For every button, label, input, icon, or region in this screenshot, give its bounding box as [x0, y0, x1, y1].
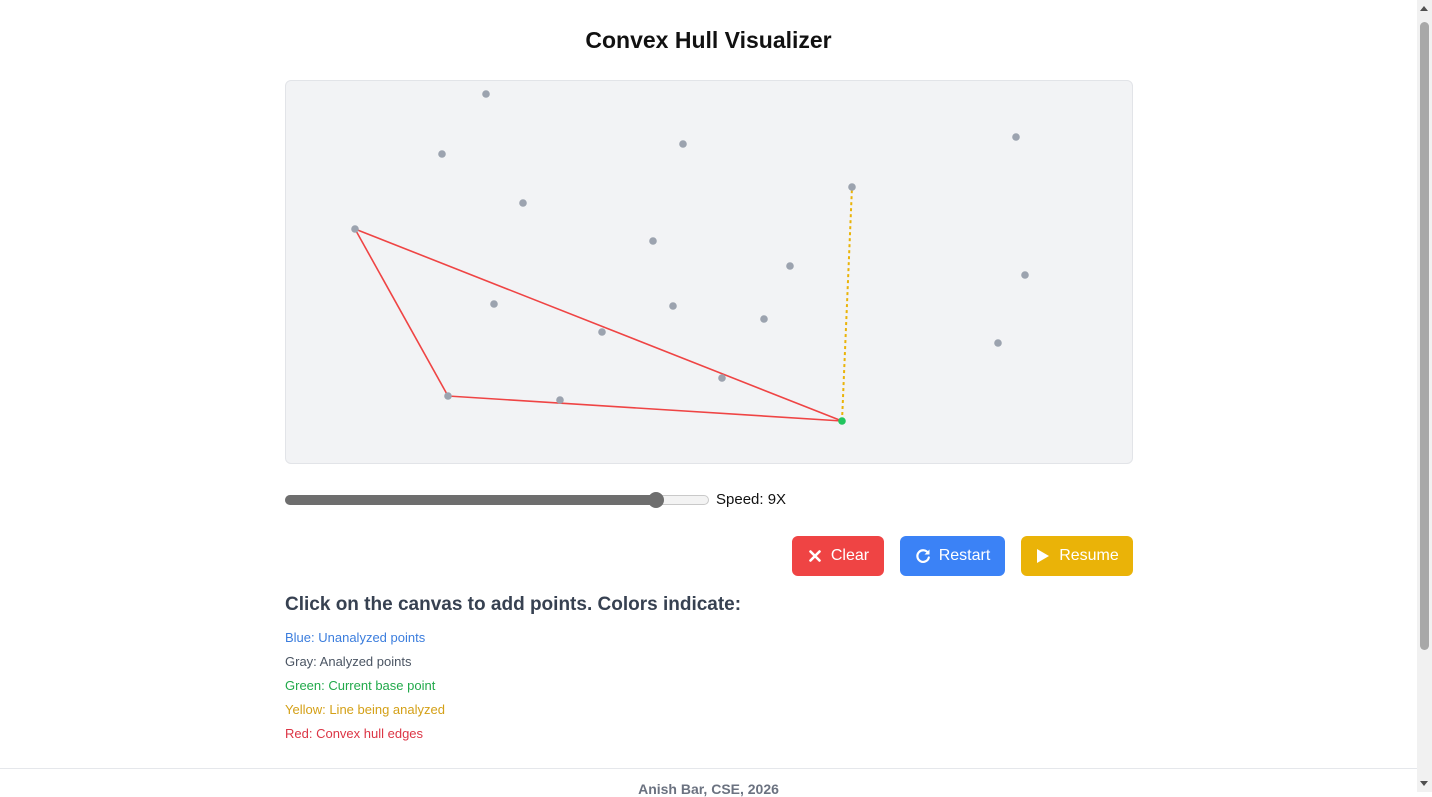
speed-slider-thumb[interactable] — [648, 492, 664, 508]
footer-credit: Anish Bar, CSE, 2026 — [638, 781, 779, 797]
point — [649, 237, 657, 245]
point — [786, 262, 794, 270]
scroll-up-arrow-icon[interactable] — [1420, 6, 1428, 11]
point — [351, 225, 359, 233]
analyzing-line — [841, 186, 853, 422]
page-scrollbar[interactable] — [1417, 0, 1432, 792]
clear-button[interactable]: Clear — [792, 536, 884, 576]
color-legend: Blue: Unanalyzed points Gray: Analyzed p… — [285, 630, 445, 750]
point — [1012, 133, 1020, 141]
legend-item-green: Green: Current base point — [285, 678, 436, 693]
hull-drawing — [351, 90, 1029, 425]
restart-button-label: Restart — [938, 547, 991, 564]
point — [679, 140, 687, 148]
point — [482, 90, 490, 98]
clear-button-label: Clear — [830, 547, 870, 564]
speed-slider[interactable] — [285, 490, 709, 510]
close-icon — [807, 548, 823, 564]
scroll-down-arrow-icon[interactable] — [1420, 781, 1428, 786]
point — [598, 328, 606, 336]
speed-slider-fill — [285, 495, 656, 505]
hull-edge — [354, 228, 449, 397]
point — [669, 302, 677, 310]
play-icon — [1035, 548, 1051, 564]
resume-button[interactable]: Resume — [1021, 536, 1133, 576]
point — [760, 315, 768, 323]
point — [438, 150, 446, 158]
hull-edge — [354, 228, 843, 422]
hull-canvas[interactable] — [285, 80, 1133, 464]
hull-edge — [447, 395, 843, 422]
legend-item-red: Red: Convex hull edges — [285, 726, 424, 741]
speed-label: Speed: 9X — [716, 491, 787, 508]
legend-item-gray: Gray: Analyzed points — [285, 654, 412, 669]
restart-button[interactable]: Restart — [900, 536, 1005, 576]
point — [444, 392, 452, 400]
legend-item-yellow: Yellow: Line being analyzed — [285, 702, 445, 717]
scrollbar-thumb[interactable] — [1420, 22, 1429, 650]
legend-heading: Click on the canvas to add points. Color… — [285, 594, 742, 615]
base-point — [838, 417, 846, 425]
resume-button-label: Resume — [1059, 547, 1119, 564]
page-title: Convex Hull Visualizer — [585, 27, 832, 53]
point — [519, 199, 527, 207]
restart-icon — [915, 548, 931, 564]
point — [718, 374, 726, 382]
point — [1021, 271, 1029, 279]
legend-item-blue: Blue: Unanalyzed points — [285, 630, 426, 645]
page: Convex Hull Visualizer Speed: 9X Clear R… — [0, 0, 1417, 797]
point — [556, 396, 564, 404]
point — [994, 339, 1002, 347]
footer: Anish Bar, CSE, 2026 — [0, 768, 1417, 797]
point — [490, 300, 498, 308]
point — [848, 183, 856, 191]
